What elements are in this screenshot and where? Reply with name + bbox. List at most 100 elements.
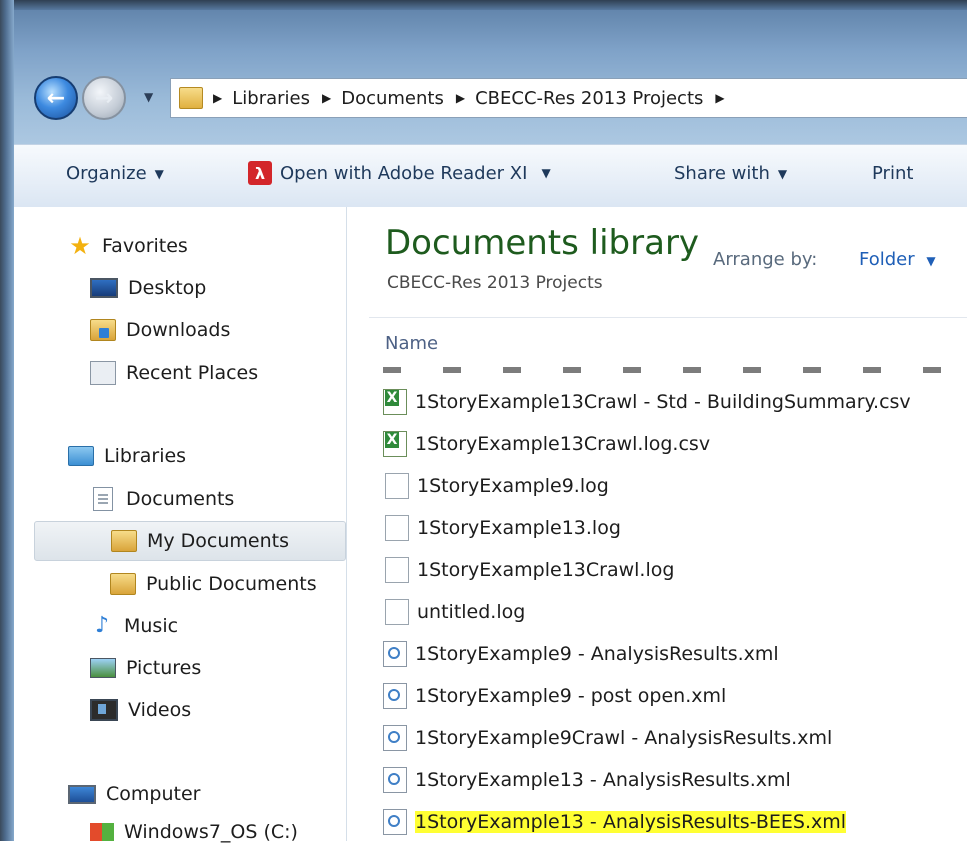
libraries-icon [68, 446, 94, 466]
breadcrumb-libraries[interactable]: Libraries [232, 88, 310, 109]
my-documents-folder-icon [111, 530, 137, 552]
nav-favorites[interactable]: ★ Favorites [68, 232, 188, 260]
nav-pictures[interactable]: Pictures [90, 657, 201, 679]
chevron-right-icon[interactable]: ▶ [322, 91, 331, 105]
list-item[interactable]: 1StoryExample9 - post open.xml [383, 681, 726, 711]
list-item[interactable]: 1StoryExample13Crawl - Std - BuildingSum… [383, 387, 911, 417]
file-name: 1StoryExample13Crawl.log.csv [415, 433, 711, 455]
nav-my-documents[interactable]: My Documents [34, 521, 346, 561]
address-row: ← → ▼ ▶ Libraries ▶ Documents ▶ CBECC-Re… [30, 74, 967, 126]
share-with-label: Share with [674, 163, 770, 184]
computer-icon [68, 784, 96, 804]
clipped-row [383, 367, 967, 373]
file-name: 1StoryExample9.log [417, 475, 609, 497]
header-divider [369, 317, 967, 318]
xml-file-icon [383, 767, 407, 793]
arrange-by-dropdown[interactable]: Folder ▼ [859, 249, 936, 270]
nav-libraries-label: Libraries [104, 445, 187, 467]
chevron-right-icon[interactable]: ▶ [715, 91, 724, 105]
pictures-icon [90, 658, 116, 678]
nav-videos[interactable]: Videos [90, 699, 191, 721]
xml-file-icon [383, 641, 407, 667]
file-name: 1StoryExample13 - AnalysisResults.xml [415, 769, 791, 791]
nav-libraries[interactable]: Libraries [68, 445, 186, 467]
folder-icon [179, 87, 203, 109]
downloads-folder-icon [90, 319, 116, 341]
chevron-right-icon[interactable]: ▶ [213, 91, 222, 105]
chevron-down-icon: ▼ [154, 166, 164, 181]
nav-music-label: Music [124, 615, 179, 637]
breadcrumb: ▶ Libraries ▶ Documents ▶ CBECC-Res 2013… [213, 88, 735, 109]
text-file-icon [385, 515, 409, 541]
nav-downloads[interactable]: Downloads [90, 319, 230, 341]
file-name: 1StoryExample13Crawl - Std - BuildingSum… [415, 391, 911, 413]
breadcrumb-cbecc-projects[interactable]: CBECC-Res 2013 Projects [475, 88, 703, 109]
list-item[interactable]: 1StoryExample9Crawl - AnalysisResults.xm… [383, 723, 832, 753]
column-header-name[interactable]: Name [385, 333, 438, 354]
videos-icon [90, 699, 118, 721]
chevron-right-icon[interactable]: ▶ [456, 91, 465, 105]
file-name: 1StoryExample13.log [417, 517, 621, 539]
back-arrow-icon: ← [46, 85, 66, 111]
window-left-border [0, 0, 14, 841]
public-documents-folder-icon [110, 573, 136, 595]
list-item[interactable]: 1StoryExample13Crawl.log.csv [383, 429, 710, 459]
excel-csv-icon [383, 389, 407, 415]
arrange-by-value: Folder [859, 249, 915, 270]
content-pane: Documents library CBECC-Res 2013 Project… [347, 207, 967, 841]
nav-music[interactable]: ♪ Music [90, 613, 179, 638]
text-file-icon [385, 557, 409, 583]
library-subtitle: CBECC-Res 2013 Projects [387, 273, 603, 293]
excel-csv-icon [383, 431, 407, 457]
organize-button[interactable]: Organize ▼ [66, 163, 164, 184]
file-name: 1StoryExample13 - AnalysisResults-BEES.x… [415, 811, 847, 833]
list-item[interactable]: 1StoryExample13.log [383, 513, 621, 543]
list-item[interactable]: 1StoryExample13 - AnalysisResults.xml [383, 765, 791, 795]
nav-computer[interactable]: Computer [68, 783, 200, 805]
navigation-pane: ★ Favorites Desktop Downloads Recent Pla… [14, 207, 347, 843]
nav-drive-c[interactable]: Windows7_OS (C:) [90, 821, 298, 843]
print-label: Print [872, 163, 914, 184]
list-item[interactable]: 1StoryExample9 - AnalysisResults.xml [383, 639, 779, 669]
nav-public-documents[interactable]: Public Documents [110, 573, 317, 595]
forward-button[interactable]: → [82, 76, 126, 120]
nav-favorites-label: Favorites [102, 235, 188, 257]
file-name: 1StoryExample13Crawl.log [417, 559, 675, 581]
arrange-by-label: Arrange by: [713, 249, 818, 270]
print-button[interactable]: Print [872, 163, 913, 184]
share-with-button[interactable]: Share with ▼ [674, 163, 787, 184]
adobe-reader-icon: λ [248, 161, 272, 185]
nav-pictures-label: Pictures [126, 657, 202, 679]
nav-documents[interactable]: Documents [90, 487, 234, 511]
list-item-highlighted[interactable]: 1StoryExample13 - AnalysisResults-BEES.x… [383, 807, 847, 837]
documents-icon [93, 487, 113, 511]
open-with-label: Open with Adobe Reader XI [280, 162, 528, 184]
file-name: 1StoryExample9 - AnalysisResults.xml [415, 643, 779, 665]
organize-label: Organize [66, 163, 147, 184]
nav-recent-places[interactable]: Recent Places [90, 361, 258, 385]
command-toolbar: Organize ▼ λ Open with Adobe Reader XI ▼… [14, 144, 967, 208]
nav-desktop[interactable]: Desktop [90, 277, 206, 299]
nav-documents-label: Documents [126, 488, 235, 510]
open-with-adobe-button[interactable]: λ Open with Adobe Reader XI ▼ [248, 161, 551, 185]
list-item[interactable]: 1StoryExample13Crawl.log [383, 555, 674, 585]
nav-computer-label: Computer [106, 783, 201, 805]
file-name: untitled.log [417, 601, 526, 623]
file-name: 1StoryExample9Crawl - AnalysisResults.xm… [415, 727, 833, 749]
window-titlebar [0, 0, 967, 10]
text-file-icon [385, 599, 409, 625]
address-bar[interactable]: ▶ Libraries ▶ Documents ▶ CBECC-Res 2013… [170, 78, 967, 118]
star-icon: ★ [69, 232, 91, 260]
chevron-down-icon: ▼ [541, 166, 551, 180]
back-button[interactable]: ← [34, 76, 78, 120]
xml-file-icon [383, 725, 407, 751]
nav-desktop-label: Desktop [128, 277, 207, 299]
music-note-icon: ♪ [94, 613, 110, 638]
nav-my-documents-label: My Documents [147, 530, 290, 552]
recent-pages-dropdown-icon[interactable]: ▼ [144, 90, 153, 104]
nav-recent-label: Recent Places [126, 362, 259, 384]
list-item[interactable]: untitled.log [383, 597, 525, 627]
recent-places-icon [90, 361, 116, 385]
list-item[interactable]: 1StoryExample9.log [383, 471, 609, 501]
breadcrumb-documents[interactable]: Documents [341, 88, 444, 109]
